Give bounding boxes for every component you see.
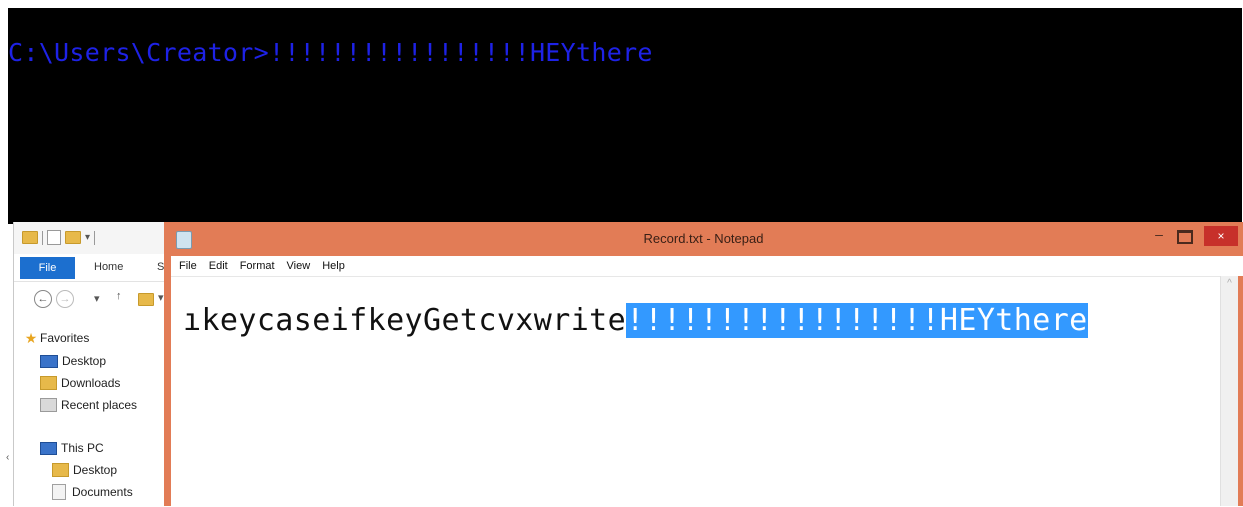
notepad-title: Record.txt - Notepad	[643, 231, 764, 246]
file-explorer-window[interactable]: ▾ File Home S ← → ▾ ↑ ▾ ★ Favorites Desk…	[13, 222, 174, 506]
up-arrow-icon[interactable]: ↑	[116, 290, 122, 302]
ribbon-tab-file[interactable]: File	[20, 257, 75, 279]
menu-file[interactable]: File	[179, 260, 197, 272]
computer-icon	[40, 441, 57, 455]
maximize-button[interactable]	[1177, 230, 1193, 244]
minimize-button[interactable]: –	[1149, 227, 1169, 242]
notepad-titlebar[interactable]: Record.txt - Notepad – ×	[164, 222, 1243, 256]
star-icon: ★	[24, 329, 38, 346]
recent-locations-icon[interactable]: ▾	[94, 292, 100, 305]
desktop-folder-icon	[52, 463, 69, 477]
nav-item-label: Desktop	[73, 463, 118, 477]
toolbar-separator	[42, 230, 43, 245]
downloads-icon	[40, 376, 57, 390]
nav-item-documents[interactable]: Documents	[52, 482, 133, 502]
forward-icon[interactable]: →	[56, 290, 74, 308]
close-button[interactable]: ×	[1204, 226, 1238, 246]
console-window[interactable]: C:\Users\Creator>!!!!!!!!!!!!!!!!!HEYthe…	[8, 8, 1242, 224]
nav-item-pc-desktop[interactable]: Desktop	[52, 460, 117, 480]
ribbon-tab-home[interactable]: Home	[94, 261, 123, 273]
recent-places-icon	[40, 398, 57, 412]
desktop-icon	[40, 354, 58, 368]
nav-item-label: Downloads	[61, 376, 121, 390]
nav-item-label: Recent places	[61, 398, 138, 412]
quick-access-toolbar: ▾	[22, 230, 96, 245]
nav-this-pc-label: This PC	[61, 441, 104, 455]
folder-icon[interactable]	[22, 231, 38, 244]
toolbar-separator	[94, 230, 96, 245]
menu-view[interactable]: View	[287, 260, 311, 272]
console-input: !!!!!!!!!!!!!!!!!HEYthere	[268, 38, 653, 67]
scroll-up-icon[interactable]: ^	[1221, 278, 1238, 289]
notepad-text: ıkeycaseifkeyGetcvxwrite!!!!!!!!!!!!!!!!…	[183, 301, 1088, 341]
menu-format[interactable]: Format	[240, 260, 275, 272]
chevron-down-icon[interactable]: ▾	[85, 232, 90, 243]
notepad-text-area[interactable]: ıkeycaseifkeyGetcvxwrite!!!!!!!!!!!!!!!!…	[171, 276, 1220, 507]
address-dropdown-icon[interactable]: ▾	[158, 291, 164, 304]
menu-help[interactable]: Help	[322, 260, 345, 272]
scroll-left-icon[interactable]: ‹	[6, 452, 9, 463]
nav-item-label: Desktop	[62, 354, 107, 368]
explorer-navigation-bar: ← → ▾ ↑ ▾	[14, 284, 174, 314]
console-line: C:\Users\Creator>!!!!!!!!!!!!!!!!!HEYthe…	[8, 38, 653, 67]
nav-favorites[interactable]: ★ Favorites	[22, 328, 90, 348]
back-icon[interactable]: ←	[34, 290, 52, 308]
menu-edit[interactable]: Edit	[209, 260, 228, 272]
notepad-client-area: File Edit Format View Help ıkeycaseifkey…	[171, 256, 1243, 507]
selected-text[interactable]: !!!!!!!!!!!!!!!!!HEYthere	[626, 303, 1088, 338]
notepad-menubar: File Edit Format View Help	[171, 256, 1243, 276]
nav-item-desktop[interactable]: Desktop	[40, 351, 106, 371]
console-prompt: C:\Users\Creator>	[8, 38, 269, 67]
nav-item-recent-places[interactable]: Recent places	[40, 395, 137, 415]
explorer-titlebar[interactable]: ▾	[14, 222, 174, 254]
properties-icon[interactable]	[47, 230, 61, 245]
text-before-selection: ıkeycaseifkeyGetcvxwrite	[183, 303, 627, 338]
address-folder-icon	[138, 293, 154, 306]
nav-item-downloads[interactable]: Downloads	[40, 373, 120, 393]
nav-this-pc[interactable]: This PC	[40, 438, 104, 458]
explorer-ribbon: File Home S	[14, 255, 174, 282]
vertical-scrollbar[interactable]: ^	[1220, 276, 1238, 506]
nav-favorites-label: Favorites	[40, 331, 90, 345]
notepad-window[interactable]: Record.txt - Notepad – × File Edit Forma…	[164, 222, 1243, 507]
new-folder-icon[interactable]	[65, 231, 81, 244]
documents-icon	[52, 484, 66, 500]
nav-item-label: Documents	[72, 485, 133, 499]
